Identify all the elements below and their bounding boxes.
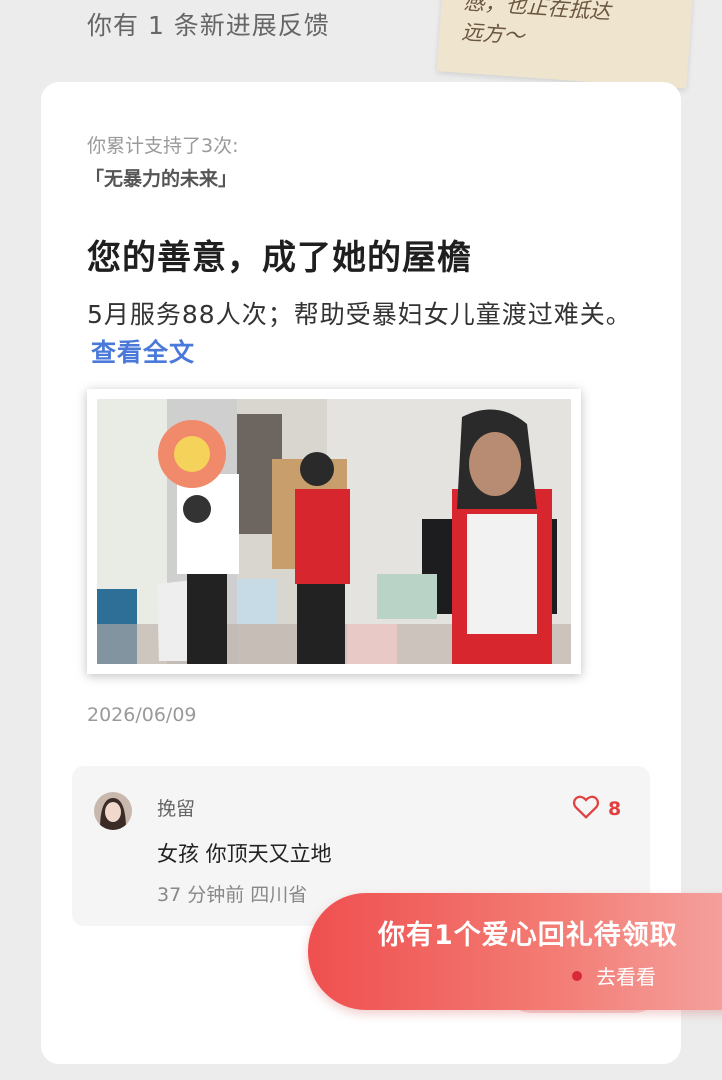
- comment-username[interactable]: 挽留: [157, 794, 195, 821]
- sticky-note: 感，也正在抵达 远方～: [436, 0, 694, 89]
- read-more-link[interactable]: 查看全文: [91, 338, 195, 367]
- comment-text: 女孩 你顶天又立地: [157, 842, 332, 866]
- avatar[interactable]: [94, 792, 132, 830]
- like-count: 8: [608, 797, 622, 820]
- gift-banner[interactable]: 你有1个爱心回礼待领取 去看看: [308, 893, 722, 1010]
- heart-outline-icon: [572, 794, 600, 823]
- feedback-photo[interactable]: [87, 389, 581, 674]
- feedback-headline: 您的善意，成了她的屋檐: [87, 238, 472, 278]
- gift-banner-link-label: 去看看: [596, 965, 656, 989]
- support-count: 你累计支持了3次:: [87, 135, 239, 157]
- notification-dot-icon: [572, 970, 582, 981]
- comment-meta: 37 分钟前 四川省: [157, 884, 308, 906]
- feedback-summary: 5月服务88人次；帮助受暴妇女儿童渡过难关。查看全文: [87, 296, 647, 372]
- progress-feedback-title: 你有 1 条新进展反馈: [87, 11, 330, 40]
- feedback-photo-image: [97, 399, 571, 664]
- gift-banner-link[interactable]: 去看看: [572, 961, 656, 990]
- feedback-date: 2026/06/09: [87, 704, 197, 726]
- gift-banner-title: 你有1个爱心回礼待领取: [378, 920, 678, 951]
- like-button[interactable]: 8: [572, 794, 621, 823]
- project-name[interactable]: 「无暴力的未来」: [85, 164, 237, 191]
- sticky-note-text: 感，也正在抵达 远方～: [460, 0, 612, 49]
- summary-text: 5月服务88人次；帮助受暴妇女儿童渡过难关。: [87, 300, 632, 329]
